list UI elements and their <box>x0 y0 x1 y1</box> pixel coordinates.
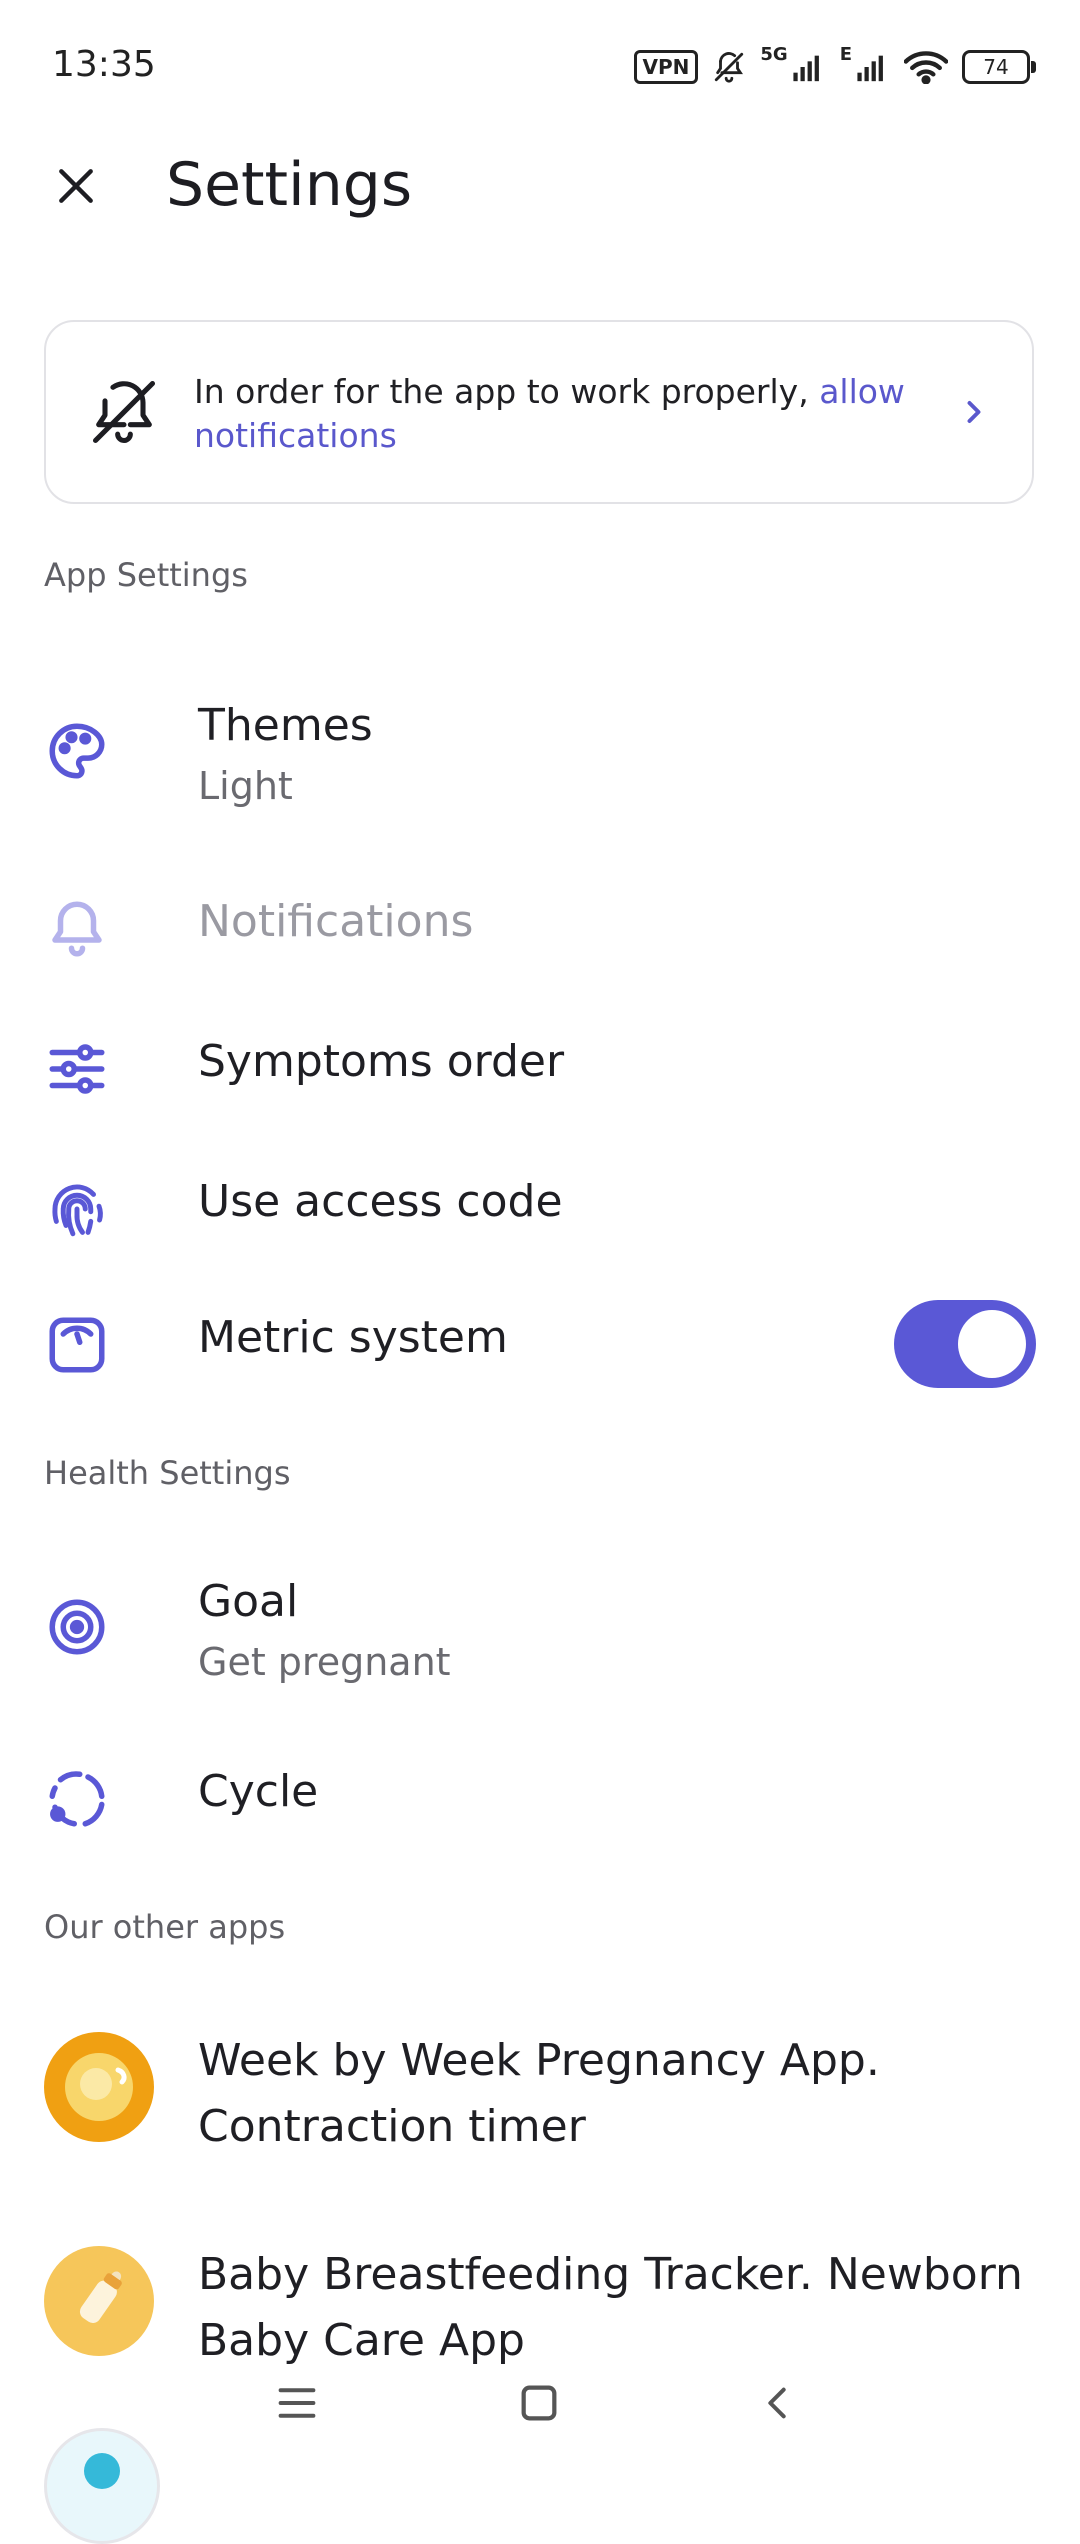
menu-button[interactable] <box>262 2370 332 2436</box>
menu-icon <box>278 2388 316 2418</box>
signal-icon <box>857 55 883 82</box>
metric-system-toggle[interactable] <box>894 1300 1036 1388</box>
bell-icon <box>52 901 102 957</box>
settings-item-symptoms-order[interactable]: Symptoms order <box>0 1020 1080 1120</box>
status-time: 13:35 <box>52 44 156 85</box>
settings-item-themes[interactable]: Themes Light <box>0 680 1080 820</box>
goal-value: Get pregnant <box>198 1640 451 1684</box>
home-square-icon <box>521 2385 557 2421</box>
other-app-item-pregnancy[interactable]: Week by Week Pregnancy App. Contraction … <box>0 2010 1080 2170</box>
network-5g-label: 5G <box>760 44 788 65</box>
metric-system-title: Metric system <box>198 1312 508 1363</box>
themes-value: Light <box>198 764 293 808</box>
symptoms-order-title: Symptoms order <box>198 1036 565 1087</box>
network-e-label: E <box>839 44 852 65</box>
target-icon <box>49 1599 105 1655</box>
bell-off-icon <box>715 52 744 83</box>
page-title: Settings <box>166 150 413 220</box>
bell-off-icon <box>92 380 156 444</box>
fingerprint-icon <box>52 1184 103 1237</box>
vpn-icon: VPN <box>633 50 699 84</box>
scale-icon <box>49 1317 105 1373</box>
system-navigation-bar <box>0 2350 1080 2460</box>
baby-bottle-app-icon <box>44 2246 154 2356</box>
access-code-title: Use access code <box>198 1176 563 1227</box>
status-icons: VPN 5G E 74 <box>633 42 1036 92</box>
settings-item-goal[interactable]: Goal Get pregnant <box>0 1556 1080 1696</box>
signal-icon <box>793 55 819 82</box>
close-icon <box>59 169 93 203</box>
pregnancy-app-icon <box>44 2032 154 2142</box>
cycle-title: Cycle <box>198 1766 319 1817</box>
sliders-icon <box>49 1044 105 1094</box>
close-button[interactable] <box>44 154 108 218</box>
section-header-other-apps: Our other apps <box>44 1908 286 1946</box>
chevron-right-icon <box>967 401 981 423</box>
section-header-health-settings: Health Settings <box>44 1454 291 1492</box>
palette-icon <box>49 723 105 779</box>
allow-notifications-banner[interactable]: In order for the app to work properly, a… <box>44 320 1034 504</box>
back-button[interactable] <box>742 2370 812 2436</box>
settings-item-cycle[interactable]: Cycle <box>0 1750 1080 1850</box>
settings-item-access-code[interactable]: Use access code <box>0 1160 1080 1260</box>
banner-message: In order for the app to work properly, a… <box>194 370 934 458</box>
notifications-title: Notifications <box>198 896 474 947</box>
banner-text: In order for the app to work properly, <box>194 372 820 411</box>
wifi-icon <box>904 51 948 84</box>
themes-title: Themes <box>198 700 373 751</box>
cycle-icon <box>49 1771 105 1827</box>
section-header-app-settings: App Settings <box>44 556 248 594</box>
toggle-knob <box>958 1310 1026 1378</box>
home-button[interactable] <box>504 2370 574 2436</box>
battery-icon: 74 <box>962 50 1036 84</box>
goal-title: Goal <box>198 1576 299 1627</box>
pregnancy-app-title: Week by Week Pregnancy App. Contraction … <box>198 2035 880 2152</box>
back-icon <box>768 2387 786 2419</box>
settings-item-notifications[interactable]: Notifications <box>0 880 1080 980</box>
